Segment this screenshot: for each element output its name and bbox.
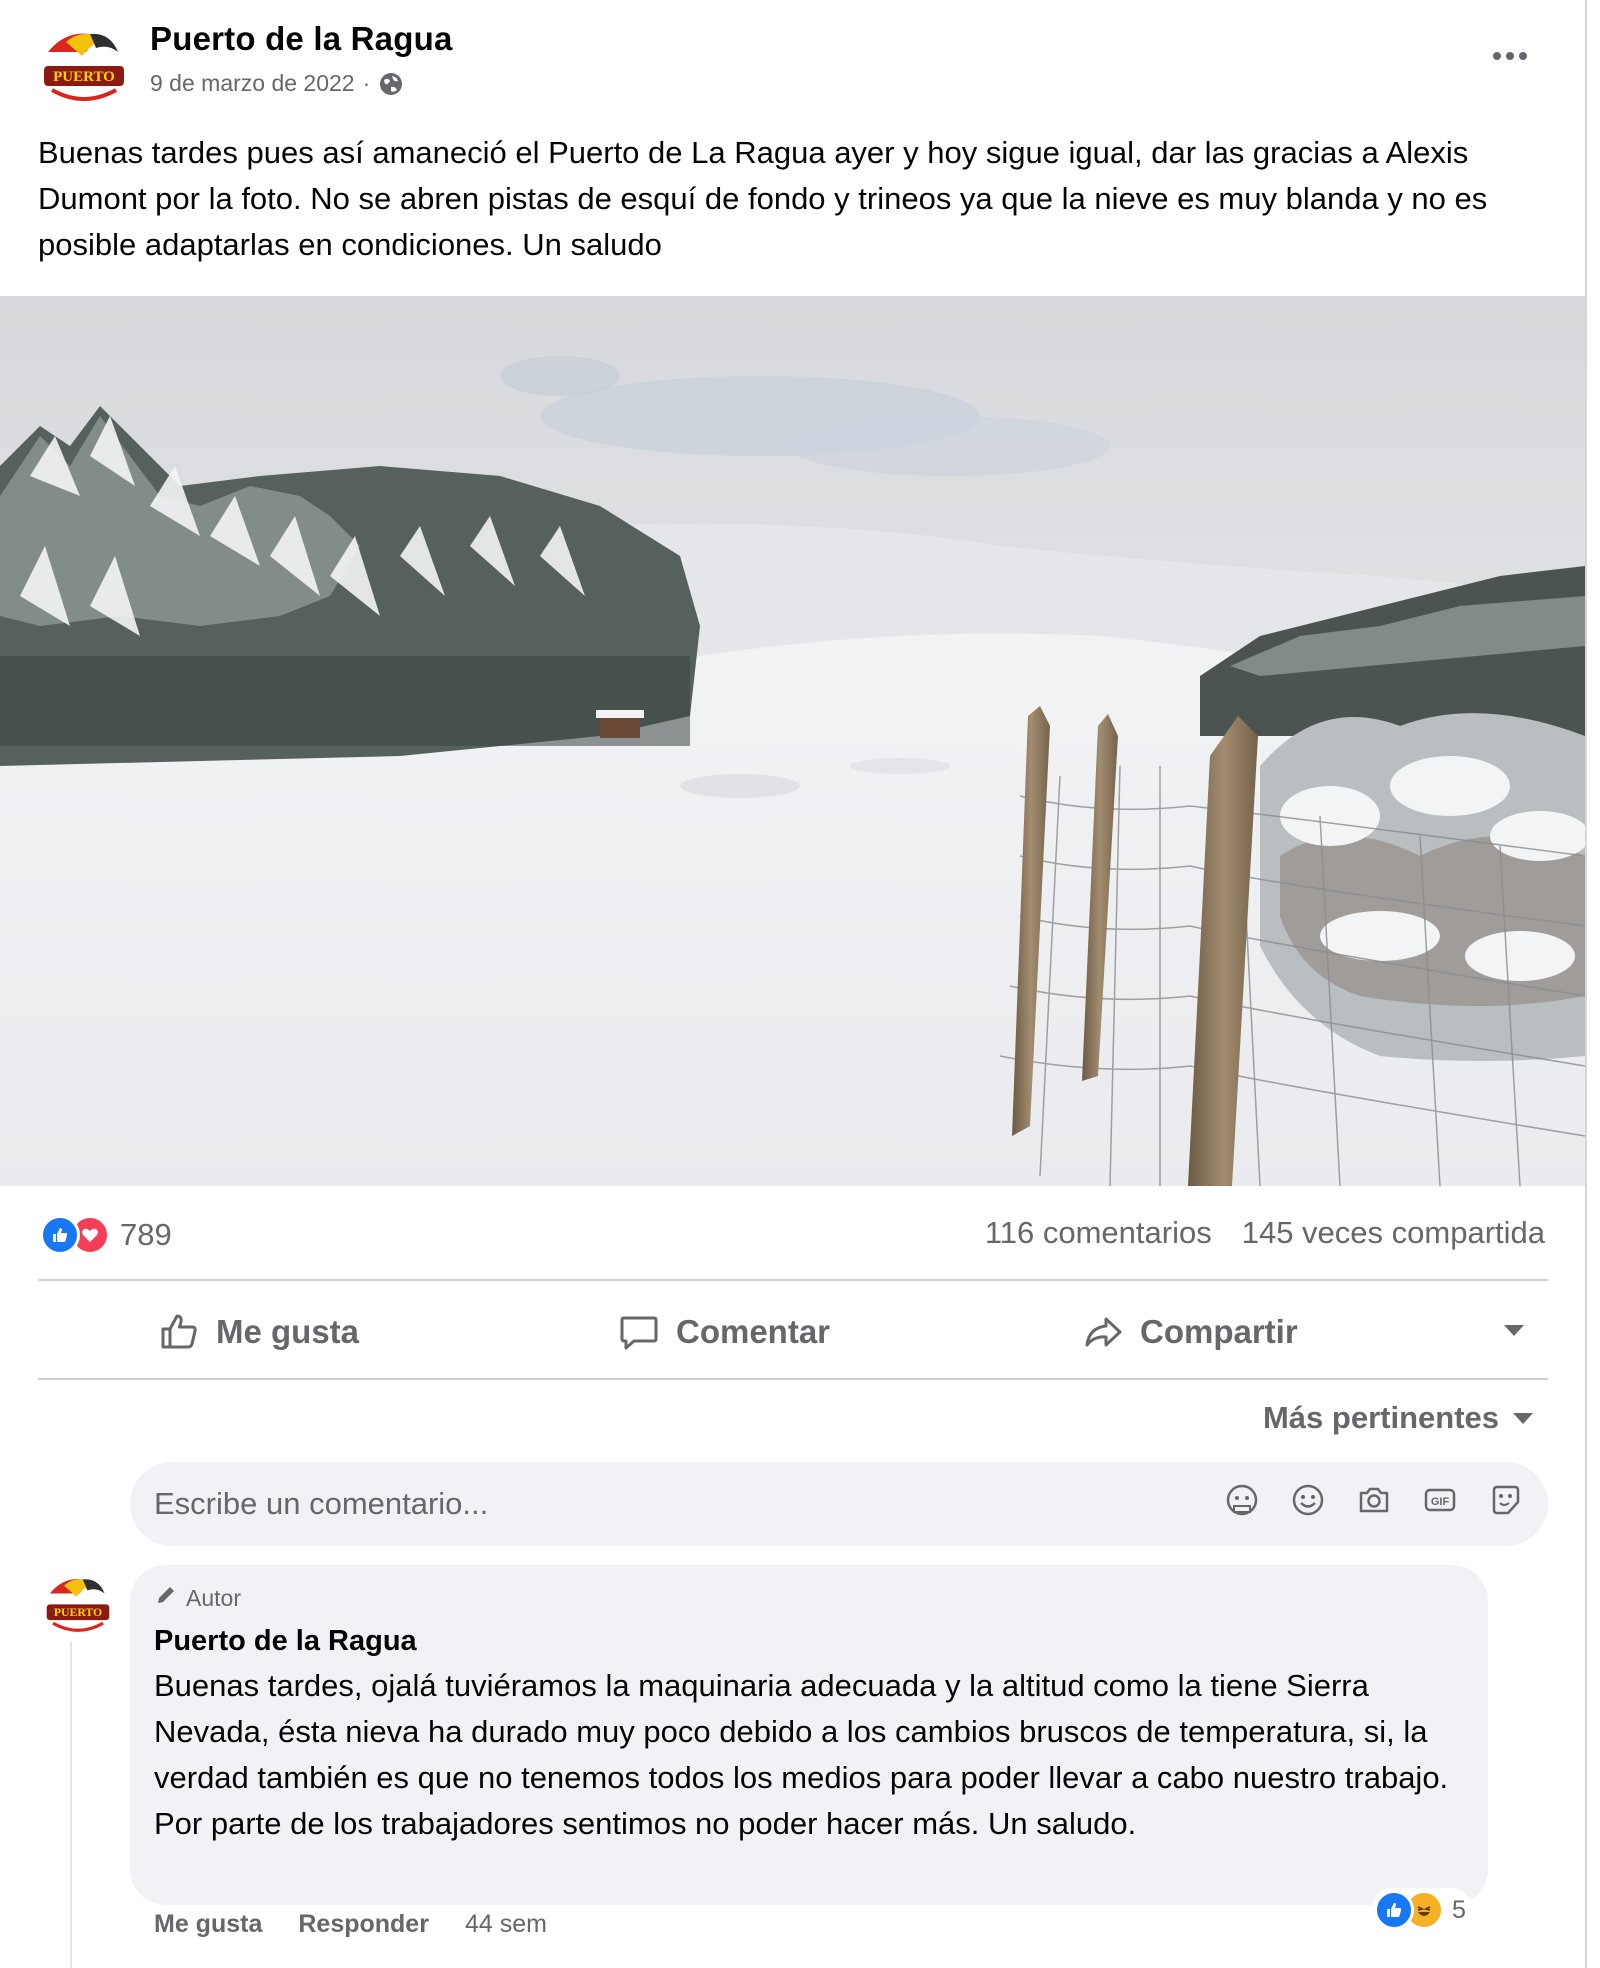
scrollbar-track[interactable]	[1585, 0, 1600, 1968]
share-icon	[1082, 1311, 1124, 1353]
gif-icon[interactable]: GIF	[1422, 1482, 1458, 1518]
comment-input-box[interactable]: GIF	[130, 1462, 1548, 1546]
sort-label: Más pertinentes	[1262, 1400, 1499, 1435]
post-text: Buenas tardes pues así amaneció el Puert…	[38, 135, 1488, 262]
page-name[interactable]: Puerto de la Ragua	[150, 20, 453, 58]
divider	[38, 1279, 1548, 1281]
post-photo[interactable]	[0, 296, 1585, 1186]
comment-label: Comentar	[676, 1313, 831, 1350]
meta-separator: ·	[362, 70, 371, 96]
comment-sort-dropdown[interactable]: Más pertinentes	[1263, 1400, 1533, 1436]
comments-count[interactable]: 116 comentarios	[985, 1215, 1212, 1251]
more-dot-icon	[1506, 52, 1514, 60]
like-label: Me gusta	[216, 1313, 360, 1350]
share-label: Compartir	[1140, 1313, 1298, 1350]
comment-bubble: Autor Puerto de la Ragua Buenas tardes, …	[130, 1565, 1488, 1905]
like-reaction-icon	[1374, 1890, 1414, 1930]
reactions-count: 789	[120, 1217, 172, 1252]
sticker-icon[interactable]	[1488, 1482, 1524, 1518]
comment-reaction-summary[interactable]: 5	[1372, 1888, 1472, 1932]
svg-text:PUERTO: PUERTO	[54, 1606, 102, 1619]
like-button[interactable]: Me gusta	[158, 1285, 359, 1379]
comment-author-avatar[interactable]: PUERTO	[42, 1570, 114, 1642]
thumbs-up-icon	[158, 1311, 200, 1353]
comment-reply-link[interactable]: Responder	[298, 1910, 429, 1939]
more-dot-icon	[1519, 52, 1527, 60]
more-dot-icon	[1493, 52, 1501, 60]
page-avatar[interactable]: PUERTO	[38, 22, 130, 114]
avatar-sticker-icon[interactable]	[1224, 1482, 1260, 1518]
post-card: PUERTO Puerto de la Ragua 9 de marzo de …	[0, 0, 1585, 1968]
divider	[38, 1378, 1548, 1380]
comment-input[interactable]	[154, 1462, 1214, 1546]
chevron-down-icon	[1513, 1412, 1533, 1424]
camera-icon[interactable]	[1356, 1482, 1392, 1518]
globe-icon	[378, 71, 404, 97]
reaction-summary[interactable]: 789	[40, 1215, 172, 1255]
comment-icon	[618, 1311, 660, 1353]
audience-dropdown-icon[interactable]	[1504, 1325, 1524, 1336]
comment-like-link[interactable]: Me gusta	[154, 1910, 262, 1939]
post-date[interactable]: 9 de marzo de 2022	[150, 70, 355, 97]
post-stats: 116 comentarios 145 veces compartida	[985, 1215, 1545, 1251]
svg-text:GIF: GIF	[1431, 1496, 1450, 1508]
comment-text: Buenas tardes, ojalá tuviéramos la maqui…	[154, 1668, 1449, 1841]
author-badge: Autor	[154, 1583, 241, 1613]
shares-count[interactable]: 145 veces compartida	[1242, 1215, 1545, 1251]
author-badge-label: Autor	[186, 1584, 241, 1611]
pencil-icon	[154, 1583, 178, 1613]
comment-author[interactable]: Puerto de la Ragua	[154, 1625, 417, 1658]
post-meta: 9 de marzo de 2022 ·	[150, 70, 404, 97]
like-reaction-icon	[40, 1215, 80, 1255]
comment-input-tools: GIF	[1224, 1482, 1524, 1518]
more-options-button[interactable]	[1482, 38, 1538, 74]
emoji-icon[interactable]	[1290, 1482, 1326, 1518]
comment-reactions-count: 5	[1452, 1895, 1466, 1924]
comment-actions: Me gusta Responder 44 sem	[154, 1910, 547, 1939]
comment-timestamp[interactable]: 44 sem	[465, 1910, 547, 1939]
share-button[interactable]: Compartir	[1082, 1285, 1298, 1379]
comment-button[interactable]: Comentar	[618, 1285, 830, 1379]
action-bar: Me gusta Comentar Compartir	[38, 1285, 1548, 1379]
svg-text:PUERTO: PUERTO	[53, 69, 115, 85]
